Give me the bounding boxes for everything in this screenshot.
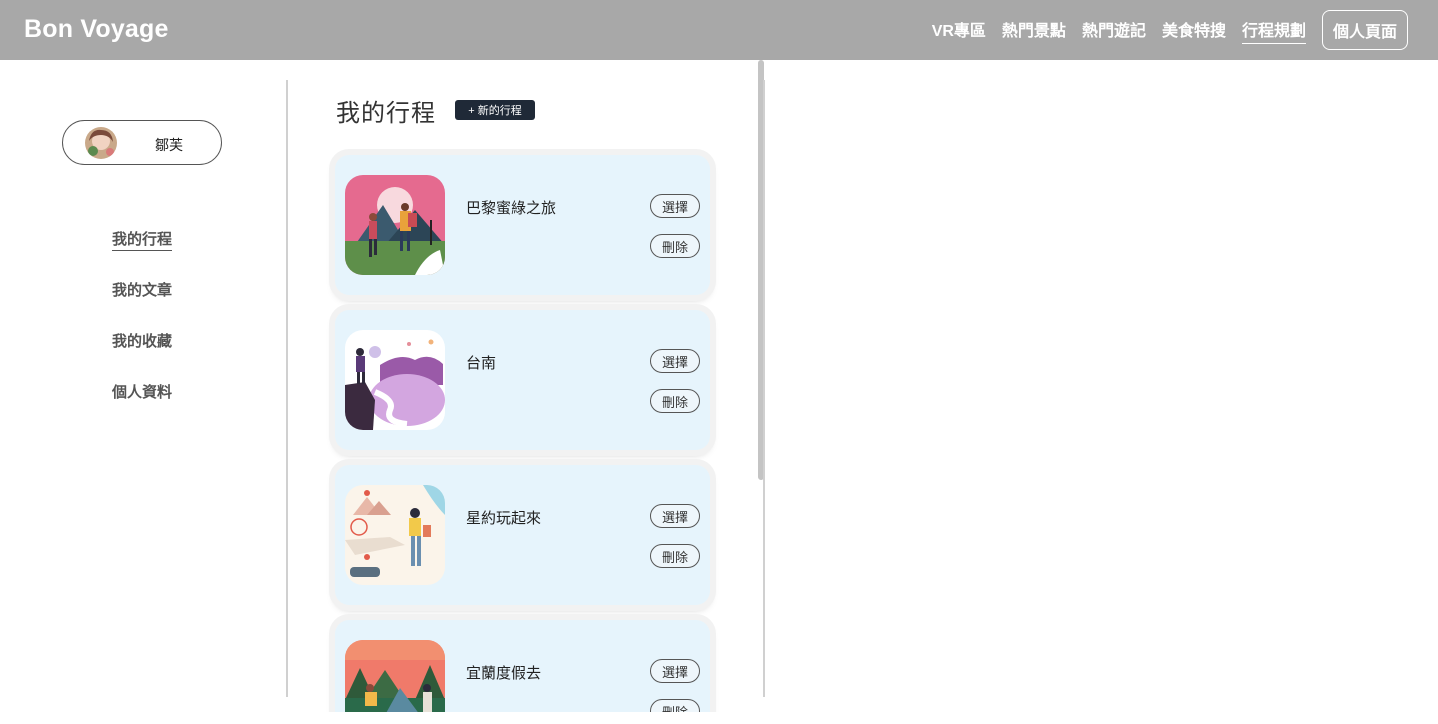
trip-card: 台南 選擇 刪除 xyxy=(335,310,710,450)
trip-card: 宜蘭度假去 選擇 刪除 xyxy=(335,620,710,712)
select-trip-button[interactable]: 選擇 xyxy=(650,194,700,218)
trip-name: 宜蘭度假去 xyxy=(466,665,542,682)
sidebar-item-label: 我的行程 xyxy=(112,231,173,251)
sidebar-item-my-favorites[interactable]: 我的收藏 xyxy=(112,330,172,381)
trip-name: 巴黎蜜綠之旅 xyxy=(466,200,557,217)
sidebar-item-label: 我的收藏 xyxy=(112,333,173,350)
trip-name: 台南 xyxy=(466,355,497,372)
brand-logo[interactable]: Bon Voyage xyxy=(24,15,169,44)
top-nav-bar: Bon Voyage VR專區 熱門景點 熱門遊記 美食特搜 行程規劃 個人頁面 xyxy=(0,0,1438,60)
sidebar-menu: 我的行程 我的文章 我的收藏 個人資料 xyxy=(112,228,173,432)
trip-list: 巴黎蜜綠之旅 選擇 刪除 台南 選擇 刪除 星約玩起來 選擇 刪除 宜蘭度假去 … xyxy=(320,140,760,712)
nav-food-search[interactable]: 美食特搜 xyxy=(1162,17,1226,43)
sidebar-divider xyxy=(286,80,288,697)
sidebar-item-label: 個人資料 xyxy=(112,384,173,401)
user-name: 鄒芙 xyxy=(155,137,183,153)
new-trip-button[interactable]: + 新的行程 xyxy=(455,100,535,120)
select-trip-button[interactable]: 選擇 xyxy=(650,659,700,683)
main-nav: VR專區 熱門景點 熱門遊記 美食特搜 行程規劃 個人頁面 xyxy=(916,10,1408,50)
nav-hot-spots[interactable]: 熱門景點 xyxy=(1002,17,1066,43)
trip-name: 星約玩起來 xyxy=(466,510,542,527)
sidebar-item-profile[interactable]: 個人資料 xyxy=(112,381,172,432)
sidebar-item-my-articles[interactable]: 我的文章 xyxy=(112,279,172,330)
sidebar-item-label: 我的文章 xyxy=(112,282,173,299)
content-divider xyxy=(763,80,765,697)
avatar xyxy=(85,127,117,159)
nav-trip-planning[interactable]: 行程規劃 xyxy=(1241,17,1306,44)
delete-trip-button[interactable]: 刪除 xyxy=(650,389,700,413)
trip-card: 星約玩起來 選擇 刪除 xyxy=(335,465,710,605)
select-trip-button[interactable]: 選擇 xyxy=(650,504,700,528)
camping-illustration xyxy=(345,640,445,712)
traveler-with-map-illustration xyxy=(345,485,445,585)
hiking-couple-illustration xyxy=(345,175,445,275)
user-profile-pill[interactable]: 鄒芙 xyxy=(62,120,222,165)
trip-card: 巴黎蜜綠之旅 選擇 刪除 xyxy=(335,155,710,295)
delete-trip-button[interactable]: 刪除 xyxy=(650,234,700,258)
select-trip-button[interactable]: 選擇 xyxy=(650,349,700,373)
delete-trip-button[interactable]: 刪除 xyxy=(650,699,700,712)
hiker-on-cliff-illustration xyxy=(345,330,445,430)
profile-page-button[interactable]: 個人頁面 xyxy=(1321,10,1408,50)
page-title: 我的行程 xyxy=(336,100,436,127)
sidebar-item-my-trips[interactable]: 我的行程 xyxy=(112,228,173,279)
nav-hot-travelogues[interactable]: 熱門遊記 xyxy=(1082,17,1146,43)
nav-vr[interactable]: VR專區 xyxy=(932,17,986,43)
delete-trip-button[interactable]: 刪除 xyxy=(650,544,700,568)
